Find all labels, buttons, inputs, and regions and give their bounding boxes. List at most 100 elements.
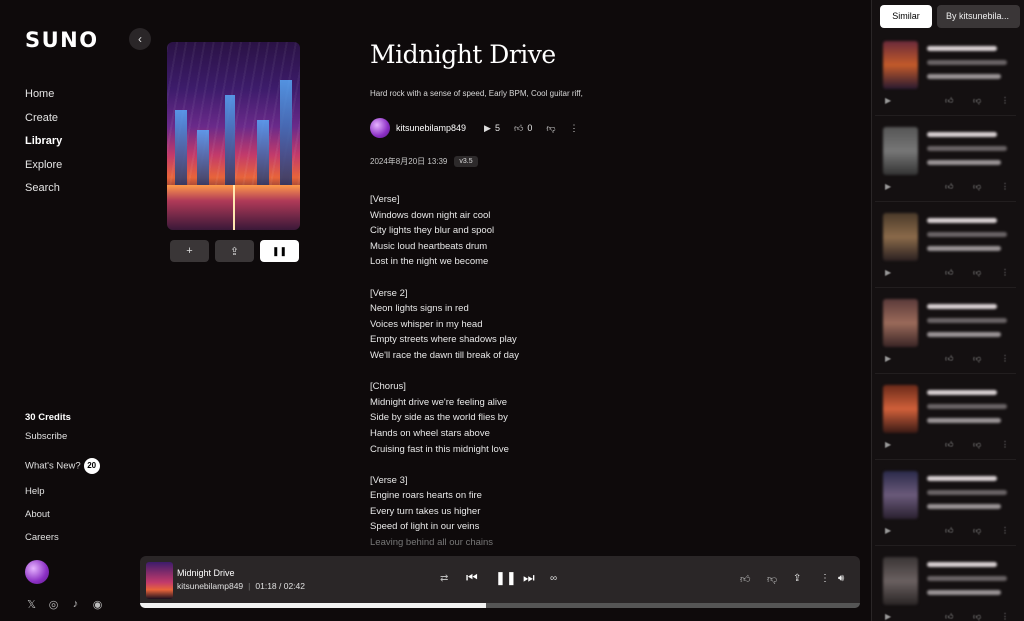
play-icon[interactable]: ▶ [885,440,891,449]
lyric-line: Lost in the night we become [370,256,489,268]
more-vertical-icon[interactable]: ⋮ [820,573,830,584]
more-vertical-icon[interactable]: ⋮ [1001,440,1009,449]
related-song-thumbnail[interactable] [883,471,918,519]
tab-by-artist[interactable]: By kitsunebila... [937,5,1020,28]
thumbs-up-icon[interactable]: 👍︎ [945,440,953,450]
thumbs-down-icon[interactable]: 👎︎ [973,526,981,536]
thumbs-down-icon[interactable]: 👎︎ [973,182,981,192]
thumbs-up-icon[interactable]: 👍︎ [945,96,953,106]
related-song-item[interactable]: ▶ 👍︎ 👎︎ ⋮ [875,206,1016,288]
model-version-badge: v3.5 [454,156,478,167]
author-row: kitsunebilamp849 ▶ 5 👍︎ 0 👎︎ ⋮ [370,118,579,138]
thumbs-up-icon[interactable]: 👍︎ [945,268,953,278]
more-vertical-icon[interactable]: ⋮ [1001,96,1009,105]
thumbs-up-icon[interactable]: 👍︎ [945,526,953,536]
related-song-item[interactable]: ▶ 👍︎ 👎︎ ⋮ [875,120,1016,202]
thumbs-down-icon[interactable]: 👎︎ [973,268,981,278]
user-avatar[interactable] [25,560,49,584]
thumbs-down-icon[interactable]: 👎︎ [973,354,981,364]
pause-button[interactable]: ❚❚ [260,240,299,262]
play-icon[interactable]: ▶ [885,96,891,105]
related-song-tags-placeholder [927,146,1007,151]
player-song-title[interactable]: Midnight Drive [177,568,235,578]
shuffle-icon[interactable]: ⇄ [440,573,448,584]
lyric-line: Voices whisper in my head [370,318,483,330]
author-name[interactable]: kitsunebilamp849 [396,123,466,133]
like-button[interactable]: 👍︎ 0 [514,123,532,134]
thumbs-up-icon[interactable]: 👍︎ [740,573,750,585]
thumbs-down-icon[interactable]: 👎︎ [767,573,777,585]
thumbs-down-icon: 👎︎ [546,122,556,133]
related-song-title-placeholder [927,132,997,137]
careers-link[interactable]: Careers [25,532,59,543]
thumbs-down-icon[interactable]: 👎︎ [973,96,981,106]
more-vertical-icon[interactable]: ⋮ [1001,182,1009,191]
nav-item-explore[interactable]: Explore [25,157,62,181]
tiktok-icon[interactable]: ♪ [69,598,82,611]
lyric-gap [370,364,519,380]
play-icon[interactable]: ▶ [885,612,891,621]
thumbs-up-icon[interactable]: 👍︎ [945,612,953,621]
back-button[interactable]: ‹ [129,28,151,50]
lyric-line: Empty streets where shadows play [370,334,517,346]
lyric-line: Windows down night air cool [370,209,491,221]
more-vertical-icon[interactable]: ⋮ [1001,268,1009,277]
nav-item-search[interactable]: Search [25,180,62,204]
nav-item-create[interactable]: Create [25,110,62,134]
add-to-playlist-button[interactable]: + [170,240,209,262]
created-date: 2024年8月20日 13:39 [370,157,448,166]
suno-logo[interactable]: SUNO [25,28,99,52]
related-song-thumbnail[interactable] [883,127,918,175]
volume-icon[interactable]: 🔊︎ [838,573,844,584]
related-song-author-placeholder [927,246,1001,251]
related-song-item[interactable]: ▶ 👍︎ 👎︎ ⋮ [875,378,1016,460]
song-style-tags: Hard rock with a sense of speed, Early B… [370,89,583,98]
related-song-thumbnail[interactable] [883,213,918,261]
progress-bar[interactable] [140,603,860,608]
share-button[interactable]: ⇪ [215,240,254,262]
instagram-icon[interactable]: ◎ [47,598,60,611]
player-thumbnail[interactable] [146,562,173,599]
lyric-gap [370,270,519,286]
x-icon[interactable]: 𝕏 [25,598,38,611]
link-icon[interactable]: ∞ [550,573,557,584]
related-song-thumbnail[interactable] [883,385,918,433]
dislike-button[interactable]: 👎︎ [546,123,555,134]
play-icon[interactable]: ▶ [885,182,891,191]
previous-track-icon[interactable]: ⏮ [466,570,478,586]
more-options-button[interactable]: ⋮ [570,123,579,134]
nav-item-library[interactable]: Library [25,133,62,157]
lyric-gap [370,457,519,473]
share-icon[interactable]: ⇪ [793,573,801,584]
thumbs-down-icon[interactable]: 👎︎ [973,612,981,621]
lyric-line: City lights they blur and spool [370,225,495,237]
nav-item-home[interactable]: Home [25,86,62,110]
related-song-thumbnail[interactable] [883,299,918,347]
next-track-icon[interactable]: ⏭ [523,570,535,586]
related-song-item[interactable]: ▶ 👍︎ 👎︎ ⋮ [875,34,1016,116]
whats-new-link[interactable]: What's New? 20 [25,458,100,474]
author-avatar[interactable] [370,118,390,138]
help-link[interactable]: Help [25,486,45,497]
subscribe-link[interactable]: Subscribe [25,431,67,442]
more-vertical-icon[interactable]: ⋮ [1001,526,1009,535]
related-song-item[interactable]: ▶ 👍︎ 👎︎ ⋮ [875,550,1016,621]
more-vertical-icon[interactable]: ⋮ [1001,354,1009,363]
play-icon[interactable]: ▶ [885,526,891,535]
discord-icon[interactable]: ◉ [91,598,104,611]
player-author[interactable]: kitsunebilamp849 [177,581,243,591]
lyric-line: Cruising fast in this midnight love [370,443,509,455]
related-song-thumbnail[interactable] [883,557,918,605]
related-song-thumbnail[interactable] [883,41,918,89]
pause-icon[interactable]: ❚❚ [495,570,517,586]
play-icon[interactable]: ▶ [885,354,891,363]
more-vertical-icon[interactable]: ⋮ [1001,612,1009,621]
related-song-item[interactable]: ▶ 👍︎ 👎︎ ⋮ [875,464,1016,546]
tab-similar[interactable]: Similar [880,5,932,28]
about-link[interactable]: About [25,509,50,520]
thumbs-up-icon[interactable]: 👍︎ [945,354,953,364]
thumbs-down-icon[interactable]: 👎︎ [973,440,981,450]
thumbs-up-icon[interactable]: 👍︎ [945,182,953,192]
play-icon[interactable]: ▶ [885,268,891,277]
related-song-item[interactable]: ▶ 👍︎ 👎︎ ⋮ [875,292,1016,374]
